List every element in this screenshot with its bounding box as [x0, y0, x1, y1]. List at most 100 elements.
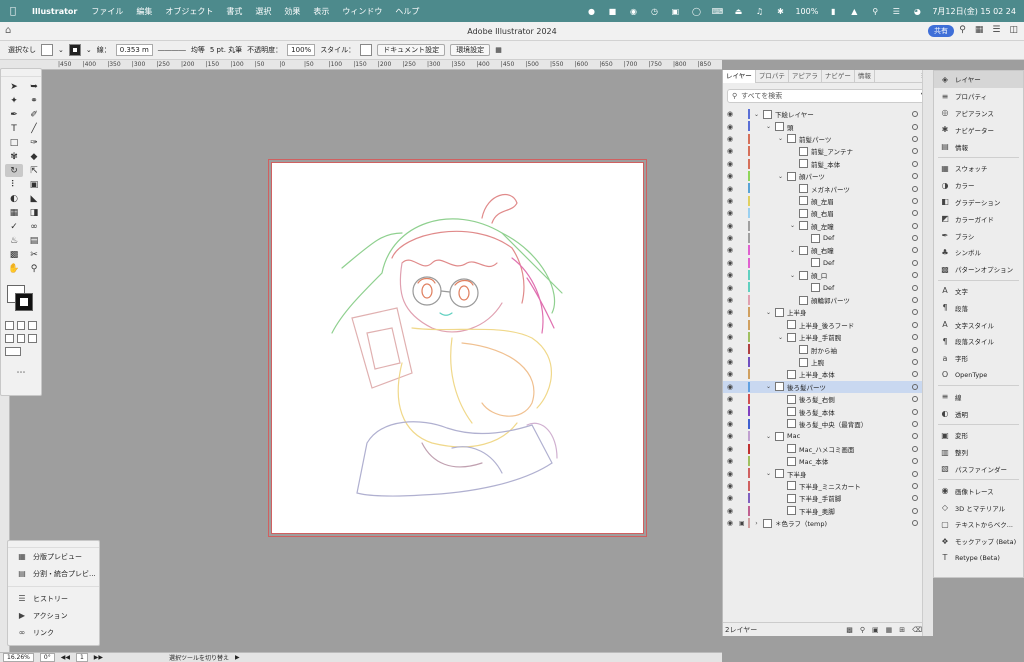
- menu-select[interactable]: 選択: [255, 6, 271, 17]
- apple-icon[interactable]: : [10, 6, 24, 17]
- disclosure-chevron-icon[interactable]: ⌄: [789, 272, 796, 279]
- panel-separations-preview[interactable]: ▦ 分版プレビュー: [8, 548, 99, 565]
- floating-panel-grip[interactable]: [8, 541, 99, 548]
- artboard-tool-icon[interactable]: ▩: [5, 248, 23, 261]
- layer-target-circle-icon[interactable]: [912, 458, 918, 465]
- layer-name[interactable]: 後ろ髪_右側: [799, 394, 835, 404]
- status-info[interactable]: 選択ツールを切り替え: [169, 653, 229, 662]
- layer-target-circle-icon[interactable]: [912, 359, 918, 365]
- layer-row[interactable]: ◉ 顔輪郭パーツ: [723, 294, 930, 306]
- dock-item[interactable]: ◇ 3D とマテリアル: [934, 499, 1023, 516]
- status-tool-icon[interactable]: ■: [606, 6, 618, 16]
- battery-icon[interactable]: ▮: [827, 6, 839, 16]
- layer-name[interactable]: ＊色ラフ（temp): [775, 518, 827, 528]
- layer-target-circle-icon[interactable]: [912, 507, 918, 514]
- width-tool-icon[interactable]: ⠇: [5, 178, 23, 191]
- layer-row[interactable]: ◉ ⌄ 顔_口: [723, 269, 930, 281]
- layer-target-circle-icon[interactable]: [912, 433, 918, 440]
- disclosure-chevron-icon[interactable]: ⌄: [765, 383, 772, 390]
- layer-name[interactable]: 上腕: [811, 357, 824, 367]
- layer-name[interactable]: 顔_口: [811, 270, 827, 280]
- layer-name[interactable]: 後ろ髪パーツ: [787, 382, 826, 392]
- menubar-clock[interactable]: 7月12日(金) 15 02 24: [932, 6, 1016, 17]
- dock-item[interactable]: T Retype (Beta): [934, 550, 1023, 567]
- layer-target-circle-icon[interactable]: [912, 309, 918, 316]
- arrange-icon[interactable]: ▦: [495, 46, 502, 54]
- artboard-nav-next[interactable]: ▶▶: [94, 654, 103, 661]
- dock-item[interactable]: ◩ カラーガイド: [934, 210, 1023, 227]
- shape-builder-tool-icon[interactable]: ◐: [5, 192, 23, 205]
- new-layer-icon[interactable]: ⊞: [899, 626, 905, 634]
- layer-row[interactable]: ◉ Mac_ハメコミ画面: [723, 443, 930, 455]
- stroke-dropdown-icon[interactable]: ⌄: [86, 46, 92, 54]
- layer-name[interactable]: Mac_本体: [799, 456, 828, 466]
- layer-name[interactable]: 上半身_手前腕: [799, 332, 841, 342]
- lock-icon[interactable]: ▣: [739, 520, 745, 527]
- status-clock-icon[interactable]: ◷: [648, 6, 660, 16]
- layer-target-circle-icon[interactable]: [912, 520, 918, 527]
- panel-actions[interactable]: ▶ アクション: [8, 607, 99, 624]
- layer-target-circle-icon[interactable]: [912, 396, 918, 403]
- visibility-eye-icon[interactable]: ◉: [727, 234, 735, 242]
- status-search-icon[interactable]: ◯: [690, 6, 702, 16]
- stroke-color-swatch[interactable]: [15, 293, 33, 311]
- dock-item[interactable]: ◈ レイヤー: [934, 71, 1023, 88]
- profile-dropdown[interactable]: 均等: [191, 45, 205, 55]
- layer-target-circle-icon[interactable]: [912, 297, 918, 304]
- layer-target-circle-icon[interactable]: [912, 321, 918, 328]
- layer-row[interactable]: ◉ ⌄ 頭: [723, 120, 930, 132]
- visibility-eye-icon[interactable]: ◉: [727, 420, 735, 428]
- scale-tool-icon[interactable]: ⇱: [25, 164, 43, 177]
- spotlight-search-icon[interactable]: ⚲: [869, 6, 881, 16]
- line-tool-icon[interactable]: ╱: [25, 122, 43, 135]
- layer-name[interactable]: 顔_右眉: [811, 208, 834, 218]
- collect-export-icon[interactable]: ▩: [846, 626, 853, 634]
- layer-target-circle-icon[interactable]: [912, 235, 918, 242]
- layer-name[interactable]: Def: [823, 284, 834, 292]
- artboard-nav-prev[interactable]: ◀◀: [61, 654, 70, 661]
- gradient-mode-icon[interactable]: [16, 321, 26, 330]
- layer-target-circle-icon[interactable]: [912, 383, 918, 390]
- layer-name[interactable]: 下絵レイヤー: [775, 109, 814, 119]
- disclosure-chevron-icon[interactable]: ›: [753, 520, 760, 527]
- layer-row[interactable]: ◉ 下半身_奥脚: [723, 505, 930, 517]
- layer-name[interactable]: 下半身_ミニスカート: [799, 481, 861, 491]
- visibility-eye-icon[interactable]: ◉: [727, 296, 735, 304]
- layer-row[interactable]: ◉ 後ろ髪_右側: [723, 393, 930, 405]
- status-capture-icon[interactable]: ▣: [669, 6, 681, 16]
- layer-target-circle-icon[interactable]: [912, 135, 918, 142]
- disclosure-chevron-icon[interactable]: ⌄: [753, 111, 760, 118]
- layer-target-circle-icon[interactable]: [912, 482, 918, 489]
- layer-target-circle-icon[interactable]: [912, 123, 918, 130]
- app-menu[interactable]: Illustrator: [32, 7, 77, 16]
- live-paint-tool-icon[interactable]: ◣: [25, 192, 43, 205]
- dock-item[interactable]: ◐ 透明: [934, 405, 1023, 422]
- layer-target-circle-icon[interactable]: [912, 173, 918, 180]
- visibility-eye-icon[interactable]: ◉: [727, 123, 735, 131]
- visibility-eye-icon[interactable]: ◉: [727, 457, 735, 465]
- dock-item[interactable]: ▥ 整列: [934, 444, 1023, 461]
- visibility-eye-icon[interactable]: ◉: [727, 482, 735, 490]
- dock-item[interactable]: ▧ パスファインダー: [934, 461, 1023, 478]
- layer-name[interactable]: 下半身_手前脚: [799, 493, 841, 503]
- layer-row[interactable]: ◉ 後ろ髪_中央（最背面）: [723, 418, 930, 430]
- layer-target-circle-icon[interactable]: [912, 222, 918, 229]
- menu-effect[interactable]: 効果: [284, 6, 300, 17]
- free-transform-tool-icon[interactable]: ▣: [25, 178, 43, 191]
- status-info-arrow-icon[interactable]: ▶: [235, 654, 240, 661]
- visibility-eye-icon[interactable]: ◉: [727, 470, 735, 478]
- layer-target-circle-icon[interactable]: [912, 470, 918, 477]
- artboard-number-field[interactable]: 1: [75, 653, 88, 662]
- magic-wand-tool-icon[interactable]: ✦: [5, 94, 23, 107]
- visibility-eye-icon[interactable]: ◉: [727, 284, 735, 292]
- color-mode-icon[interactable]: [5, 321, 14, 330]
- menu-type[interactable]: 書式: [226, 6, 242, 17]
- disclosure-chevron-icon[interactable]: ⌄: [789, 222, 796, 229]
- layer-name[interactable]: 上半身: [787, 307, 807, 317]
- direct-selection-tool-icon[interactable]: ➥: [25, 80, 43, 93]
- menu-file[interactable]: ファイル: [91, 6, 123, 17]
- visibility-eye-icon[interactable]: ◉: [727, 110, 735, 118]
- layer-name[interactable]: 下半身_奥脚: [799, 506, 835, 516]
- perspective-grid-tool-icon[interactable]: ▦: [5, 206, 23, 219]
- menu-window[interactable]: ウィンドウ: [342, 6, 382, 17]
